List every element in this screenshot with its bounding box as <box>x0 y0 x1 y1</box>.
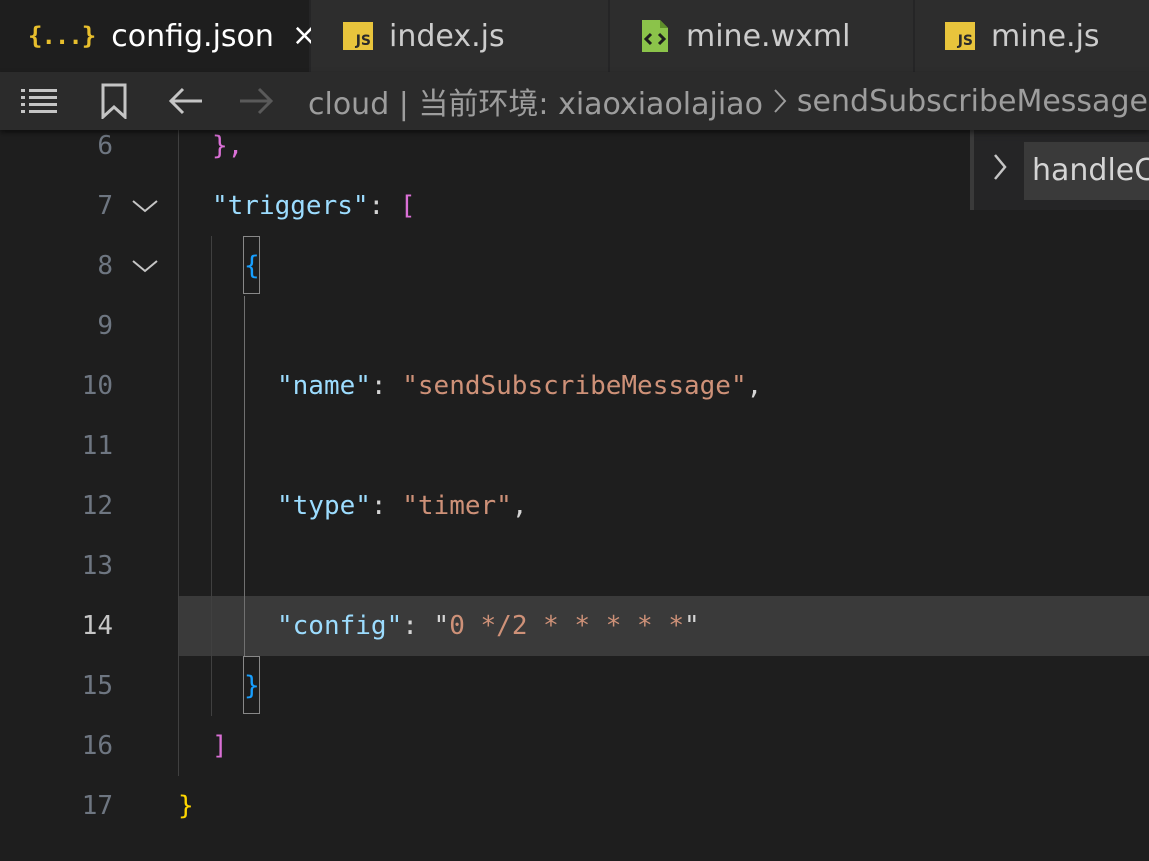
tab-label: index.js <box>389 18 505 54</box>
tab-config-json[interactable]: {...} config.json × <box>0 0 317 72</box>
code-line: 16 ] <box>0 716 1149 776</box>
line-number: 7 <box>97 191 113 221</box>
back-arrow-icon[interactable] <box>156 72 216 130</box>
chevron-right-icon[interactable] <box>992 152 1008 186</box>
code-editor[interactable]: 6 }, 7 "triggers": [ 8 { 9 10 "name": "s… <box>0 130 1149 861</box>
wxml-file-icon <box>640 18 670 54</box>
line-number: 16 <box>81 731 113 761</box>
tab-mine-wxml[interactable]: mine.wxml <box>610 0 915 72</box>
code-text: "config": "0 */2 * * * * *" <box>277 611 700 641</box>
code-text: { <box>244 251 260 281</box>
code-text: } <box>244 671 260 701</box>
line-number: 15 <box>81 671 113 701</box>
code-line: 12 "type": "timer", <box>0 476 1149 536</box>
line-number: 13 <box>81 551 113 581</box>
code-line: 11 <box>0 416 1149 476</box>
tab-index-js[interactable]: JS index.js <box>311 0 610 72</box>
line-number: 14 <box>81 611 113 641</box>
code-text: } <box>178 791 194 821</box>
code-line: 8 { <box>0 236 1149 296</box>
breadcrumb-toolbar: cloud | 当前环境: xiaoxiaolajiao sendSubscri… <box>0 72 1149 130</box>
code-line-current: 14 "config": "0 */2 * * * * *" <box>0 596 1149 656</box>
breadcrumb-symbol[interactable]: sendSubscribeMessage <box>797 84 1148 119</box>
js-file-icon: JS <box>343 22 373 50</box>
fold-chevron-down-icon[interactable] <box>130 176 160 236</box>
js-file-icon: JS <box>945 22 975 50</box>
code-text: "triggers": [ <box>212 191 416 221</box>
bookmark-icon[interactable] <box>84 72 144 130</box>
code-text: "type": "timer", <box>277 491 528 521</box>
tab-mine-js[interactable]: JS mine.js <box>915 0 1149 72</box>
line-number: 6 <box>97 131 113 161</box>
json-file-icon: {...} <box>28 22 96 50</box>
line-number: 9 <box>97 311 113 341</box>
line-number: 8 <box>97 251 113 281</box>
code-line: 15 } <box>0 656 1149 716</box>
code-line: 9 <box>0 296 1149 356</box>
fold-chevron-down-icon[interactable] <box>130 236 160 296</box>
code-text: }, <box>212 131 244 161</box>
line-number: 17 <box>81 791 113 821</box>
breadcrumb: cloud | 当前环境: xiaoxiaolajiao sendSubscri… <box>308 79 1148 123</box>
code-line: 10 "name": "sendSubscribeMessage", <box>0 356 1149 416</box>
line-number: 12 <box>81 491 113 521</box>
breadcrumb-path[interactable]: cloud | 当前环境: xiaoxiaolajiao <box>308 79 763 123</box>
sticky-scroll-widget[interactable]: handleC <box>970 130 1149 210</box>
code-text: ] <box>212 731 228 761</box>
code-line: 17 } <box>0 776 1149 836</box>
tab-label: config.json <box>111 18 274 54</box>
tab-label: mine.js <box>991 18 1100 54</box>
forward-arrow-icon[interactable] <box>226 72 286 130</box>
code-text: "name": "sendSubscribeMessage", <box>277 371 763 401</box>
tab-label: mine.wxml <box>686 18 851 54</box>
list-icon[interactable] <box>12 72 66 130</box>
editor-tab-bar: {...} config.json × JS index.js mine.wxm… <box>0 0 1149 72</box>
chevron-right-icon <box>773 88 787 114</box>
line-number: 11 <box>81 431 113 461</box>
code-line: 13 <box>0 536 1149 596</box>
sticky-scroll-label[interactable]: handleC <box>1024 142 1149 200</box>
line-number: 10 <box>81 371 113 401</box>
